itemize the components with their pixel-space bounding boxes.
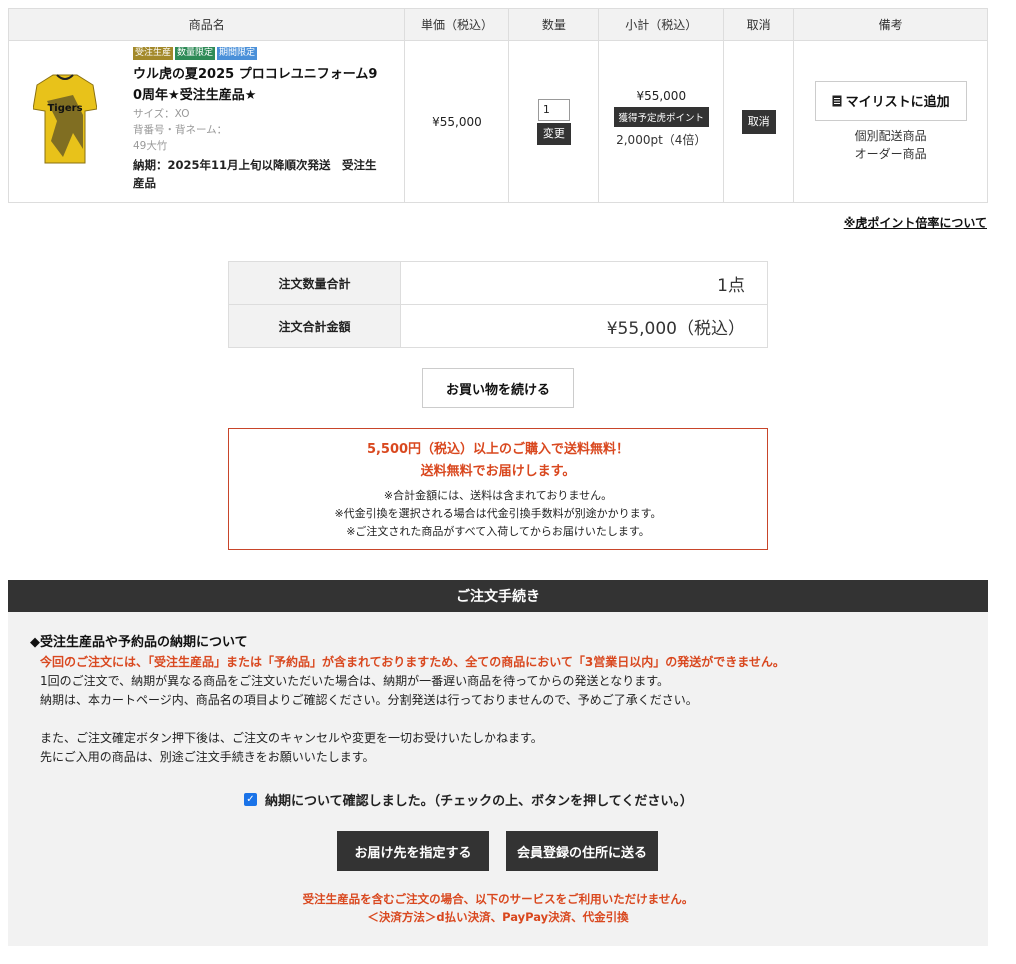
- confirm-label: 納期について確認しました。（チェックの上、ボタンを押してください。）: [265, 794, 693, 809]
- product-name-link[interactable]: ウル虎の夏2025 プロコレユニフォーム9 0周年★受注生産品★: [133, 64, 403, 106]
- note-individual-shipping: 個別配送商品: [854, 128, 927, 143]
- header-cancel: 取消: [723, 8, 795, 41]
- shipping-info-box: 5,500円（税込）以上のご購入で送料無料！ 送料無料でお届けします。 ※合計金…: [228, 428, 768, 550]
- total-amount-value: ¥55,000（税込）: [400, 304, 768, 348]
- specify-destination-button[interactable]: お届け先を指定する: [337, 831, 489, 871]
- quantity-cell: 1 変更: [508, 40, 600, 203]
- procedure-text-2: 納期は、本カートページ内、商品名の項目よりご確認ください。分割発送は行っておりま…: [40, 693, 698, 707]
- total-quantity-value: 1点: [400, 261, 768, 305]
- subtotal-cell: ¥55,000 獲得予定虎ポイント 2,000pt（4倍）: [598, 40, 725, 203]
- send-to-member-address-button[interactable]: 会員登録の住所に送る: [506, 831, 658, 871]
- free-shipping-subline: 送料無料でお届けします。: [420, 464, 576, 479]
- confirm-checkbox[interactable]: ✓: [244, 793, 257, 806]
- add-to-mylist-button[interactable]: マイリストに追加: [814, 80, 967, 121]
- cart-table: 商品名 単価（税込） 数量 小計（税込） 取消 備考 Tigers 受注生産 数…: [7, 8, 988, 203]
- cart-item-row: Tigers 受注生産 数量限定 期間限定 ウル虎の夏2025 プロコレユニフォ…: [7, 40, 988, 203]
- procedure-text-3: また、ご注文確定ボタン押下後は、ご注文のキャンセルや変更を一切お受けいたしかねま…: [40, 731, 543, 745]
- product-image[interactable]: Tigers: [33, 71, 97, 167]
- quantity-box: 1 変更: [536, 98, 571, 145]
- cancel-button[interactable]: 取消: [741, 109, 776, 134]
- shipping-note-3: ※ご注文された商品がすべて入荷してからお届けいたします。: [346, 525, 650, 538]
- procedure-footer-2: ＜決済方法＞d払い決済、PayPay決済、代金引換: [367, 910, 629, 924]
- badge-made-to-order: 受注生産: [133, 47, 174, 60]
- header-subtotal: 小計（税込）: [598, 8, 725, 41]
- product-info: 受注生産 数量限定 期間限定 ウル虎の夏2025 プロコレユニフォーム9 0周年…: [133, 47, 403, 192]
- procedure-footer: 受注生産品を含むご注文の場合、以下のサービスをご利用いただけません。 ＜決済方法…: [8, 890, 988, 926]
- point-rate-link[interactable]: ※虎ポイント倍率について: [844, 214, 987, 231]
- header-unit-price: 単価（税込）: [404, 8, 510, 41]
- total-amount-label: 注文合計金額: [228, 304, 401, 348]
- header-product: 商品名: [7, 8, 406, 41]
- continue-shopping-button[interactable]: お買い物を続ける: [422, 368, 574, 408]
- header-note: 備考: [793, 8, 988, 41]
- order-procedure-section: ご注文手続き ◆受注生産品や予約品の納期について 今回のご注文には、「受注生産品…: [8, 580, 988, 946]
- product-cell: Tigers 受注生産 数量限定 期間限定 ウル虎の夏2025 プロコレユニフォ…: [7, 40, 406, 203]
- procedure-footer-1: 受注生産品を含むご注文の場合、以下のサービスをご利用いただけません。: [302, 892, 694, 906]
- note-cell: マイリストに追加 個別配送商品 オーダー商品: [793, 40, 988, 203]
- quantity-input[interactable]: 1: [537, 98, 570, 121]
- badge-group: 受注生産 数量限定 期間限定: [133, 47, 403, 60]
- badge-limited-quantity: 数量限定: [175, 47, 216, 60]
- note-order-item: オーダー商品: [854, 146, 927, 161]
- summary-row-total: 注文合計金額 ¥55,000（税込）: [228, 304, 768, 348]
- summary-row-quantity: 注文数量合計 1点: [228, 261, 768, 305]
- product-name-line2: 0周年★受注生産品★: [133, 88, 257, 103]
- header-quantity: 数量: [508, 8, 600, 41]
- product-size: サイズ：XO: [133, 108, 190, 120]
- procedure-text-1: 1回のご注文で、納期が異なる商品をご注文いただいた場合は、納期が一番遅い商品を待…: [40, 674, 669, 688]
- procedure-body: ◆受注生産品や予約品の納期について 今回のご注文には、「受注生産品」または「予約…: [8, 612, 988, 767]
- subtotal-price: ¥55,000: [636, 89, 687, 103]
- free-shipping-headline: 5,500円（税込）以上のご購入で送料無料！: [366, 442, 630, 457]
- points-value: 2,000pt（4倍）: [616, 133, 707, 147]
- change-quantity-button[interactable]: 変更: [536, 122, 571, 145]
- document-icon: [832, 95, 842, 106]
- cancel-cell: 取消: [723, 40, 795, 203]
- product-delivery: 納期：2025年11月上旬以降順次発送 受注生 産品: [133, 156, 403, 192]
- point-badge: 獲得予定虎ポイント: [613, 107, 710, 127]
- jersey-logo: Tigers: [47, 103, 82, 114]
- product-back-value: 49大竹: [133, 140, 168, 152]
- product-name-line1: ウル虎の夏2025 プロコレユニフォーム9: [133, 67, 378, 82]
- order-summary: 注文数量合計 1点 注文合計金額 ¥55,000（税込）: [228, 261, 768, 348]
- delivery-line2: 産品: [133, 176, 156, 190]
- procedure-title: ◆受注生産品や予約品の納期について: [30, 635, 248, 650]
- product-back-label: 背番号・背ネーム：: [133, 124, 228, 136]
- mylist-label: マイリストに追加: [845, 95, 950, 110]
- procedure-warning: 今回のご注文には、「受注生産品」または「予約品」が含まれておりますため、全ての商…: [40, 655, 785, 669]
- procedure-text-4: 先にご入用の商品は、別途ご注文手続きをお願いいたします。: [40, 750, 375, 764]
- badge-limited-period: 期間限定: [217, 47, 258, 60]
- cart-header-row: 商品名 単価（税込） 数量 小計（税込） 取消 備考: [7, 8, 988, 41]
- shipping-note-2: ※代金引換を選択される場合は代金引換手数料が別途かかります。: [334, 507, 662, 520]
- confirm-delivery-row[interactable]: ✓ 納期について確認しました。（チェックの上、ボタンを押してください。）: [244, 790, 693, 809]
- total-quantity-label: 注文数量合計: [228, 261, 401, 305]
- unit-price: ¥55,000: [404, 40, 510, 203]
- shipping-note-1: ※合計金額には、送料は含まれておりません。: [383, 489, 613, 502]
- delivery-line1: 納期：2025年11月上旬以降順次発送 受注生: [133, 158, 377, 172]
- procedure-header: ご注文手続き: [8, 580, 988, 612]
